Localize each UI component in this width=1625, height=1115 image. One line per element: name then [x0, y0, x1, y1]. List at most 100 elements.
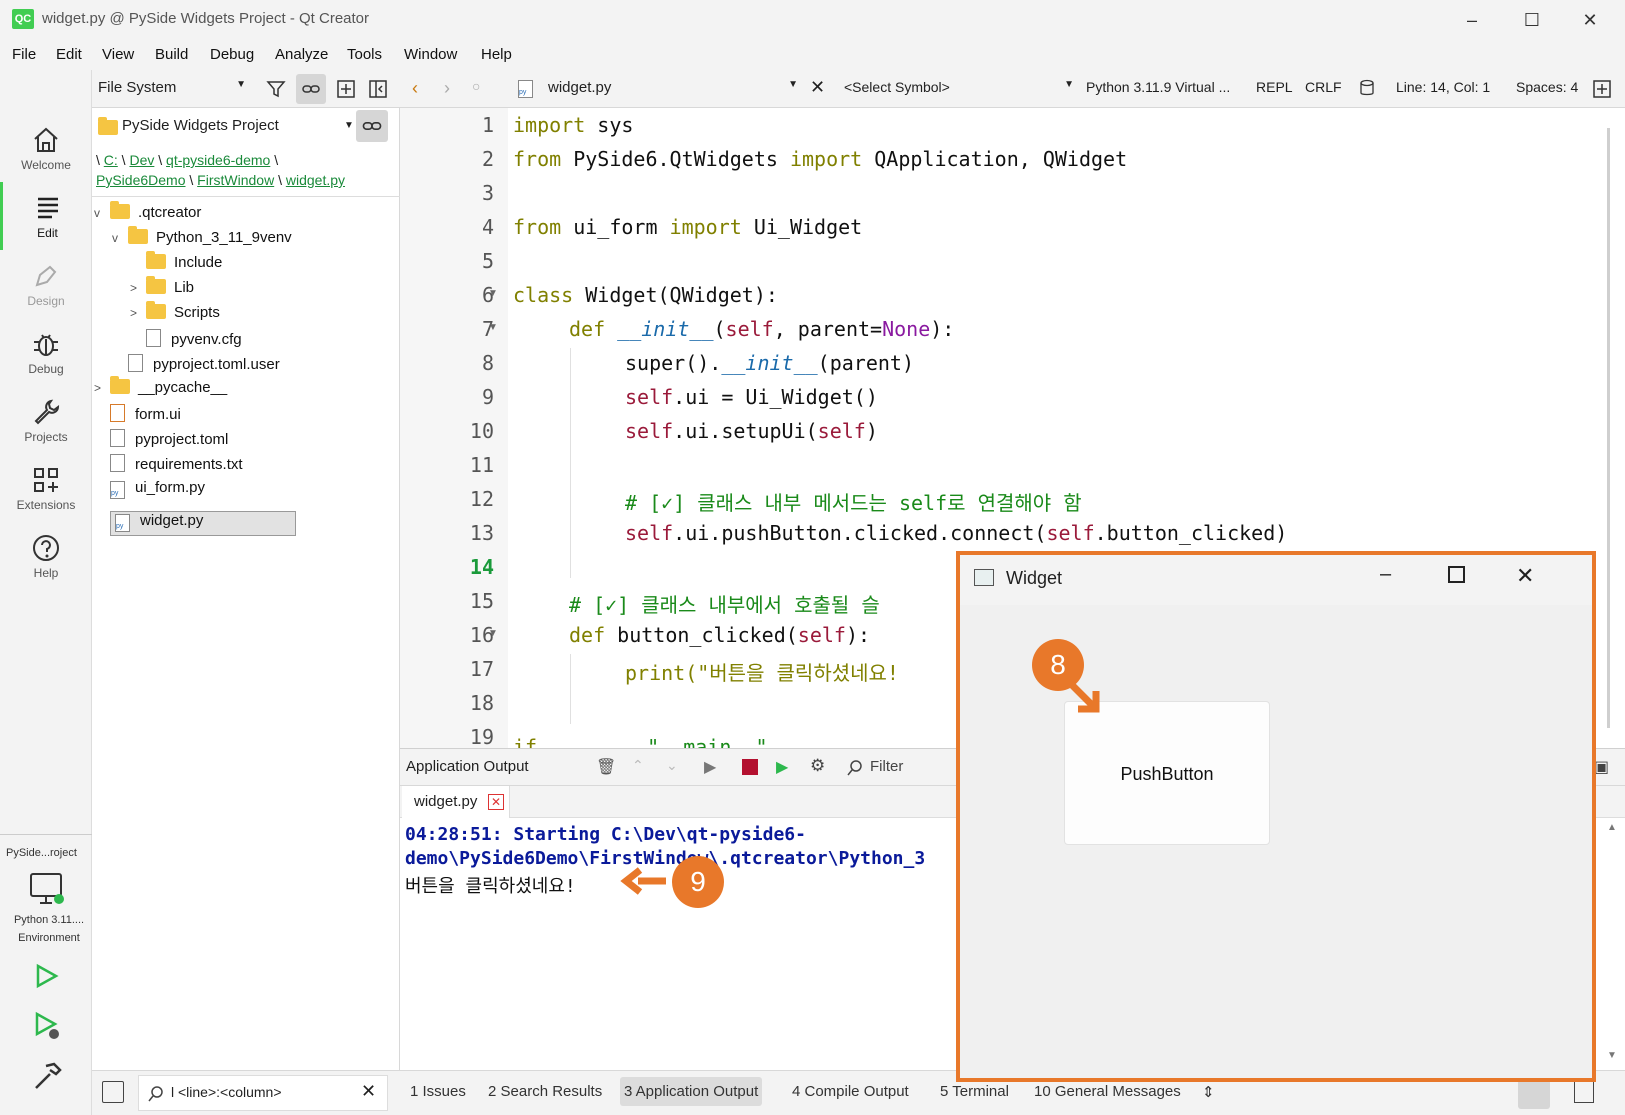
sidebar-view-combo[interactable]: File System ▼: [98, 79, 246, 96]
output-line-printed: 버튼을 클릭하셨네요!: [405, 876, 576, 897]
attach-debugger-icon[interactable]: ▶: [776, 757, 788, 777]
expand-arrow-icon[interactable]: >: [130, 281, 146, 295]
menu-window[interactable]: Window: [404, 46, 457, 63]
expand-arrow-icon[interactable]: >: [94, 381, 110, 395]
chevron-down-icon: ▼: [236, 79, 246, 90]
menu-help[interactable]: Help: [481, 46, 512, 63]
menu-edit[interactable]: Edit: [56, 46, 82, 63]
tree-item-requirements[interactable]: requirements.txt: [94, 454, 243, 479]
tree-item-qtcreator[interactable]: v .qtcreator: [94, 201, 201, 229]
mode-projects[interactable]: Projects: [0, 386, 92, 454]
project-combo[interactable]: PySide Widgets Project ▼: [92, 108, 354, 146]
tree-item-venv[interactable]: v Python_3_11_9venv: [112, 226, 292, 254]
scrollbar[interactable]: ▲ ▼: [1607, 818, 1619, 1070]
close-icon[interactable]: ✕: [361, 1081, 376, 1102]
maximize-button[interactable]: [1448, 566, 1465, 583]
tree-item-include[interactable]: Include: [130, 251, 222, 279]
build-hammer-icon[interactable]: [32, 1060, 64, 1092]
output-filter-input[interactable]: Filter: [870, 758, 903, 775]
expand-arrow-icon[interactable]: v: [94, 206, 110, 220]
interpreter-selector[interactable]: Python 3.11.9 Virtual ...: [1086, 79, 1230, 95]
menu-analyze[interactable]: Analyze: [275, 46, 328, 63]
kit-selector[interactable]: [28, 870, 68, 910]
fold-marker-icon[interactable]: ▼: [488, 628, 498, 639]
push-button[interactable]: PushButton: [1064, 701, 1270, 845]
minimize-button[interactable]: –: [1452, 6, 1492, 34]
settings-gear-icon[interactable]: ⚙: [810, 756, 825, 776]
collapse-panel-icon[interactable]: ▣: [1594, 757, 1609, 777]
tab-compile-output[interactable]: 4 Compile Output: [792, 1083, 909, 1100]
crumb-dev[interactable]: Dev: [129, 152, 154, 168]
encoding-icon[interactable]: [1358, 79, 1376, 97]
chevron-down-icon: ▼: [1064, 79, 1074, 90]
crumb-file[interactable]: widget.py: [286, 172, 345, 188]
indentation-setting[interactable]: Spaces: 4: [1516, 79, 1578, 95]
menu-debug[interactable]: Debug: [210, 46, 254, 63]
tab-terminal[interactable]: 5 Terminal: [940, 1083, 1009, 1100]
close-document-icon[interactable]: ✕: [810, 77, 825, 98]
fold-marker-icon[interactable]: ▼: [488, 288, 498, 299]
tree-item-pyproject-user[interactable]: pyproject.toml.user: [112, 354, 280, 379]
tree-item-pyvenv[interactable]: pyvenv.cfg: [130, 329, 242, 354]
tree-item-lib[interactable]: > Lib: [130, 276, 194, 304]
toggle-sidebar-icon[interactable]: [102, 1081, 124, 1103]
mode-help[interactable]: Help: [0, 522, 92, 590]
maximize-button[interactable]: ☐: [1512, 6, 1552, 34]
close-button[interactable]: ✕: [1516, 563, 1534, 589]
expand-arrow-icon[interactable]: >: [130, 306, 146, 320]
menu-file[interactable]: File: [12, 46, 36, 63]
mode-edit[interactable]: Edit: [0, 182, 92, 250]
minimize-button[interactable]: –: [1380, 563, 1391, 586]
filter-icon[interactable]: [266, 79, 286, 99]
tree-item-widget-py[interactable]: py widget.py: [110, 511, 296, 536]
toggle-right-sidebar-icon[interactable]: [1574, 1081, 1594, 1103]
close-sidebar-icon[interactable]: [368, 79, 388, 99]
split-editor-icon[interactable]: [1592, 79, 1612, 99]
tree-item-pycache[interactable]: > __pycache__: [94, 376, 227, 404]
tab-general-messages[interactable]: 10 General Messages: [1034, 1083, 1181, 1100]
line-ending-selector[interactable]: CRLF: [1305, 79, 1342, 95]
run-icon[interactable]: [32, 962, 60, 990]
symbol-combo[interactable]: <Select Symbol> ▼: [844, 79, 1074, 95]
locator-input[interactable]: l <line>:<column> ✕: [138, 1075, 388, 1111]
close-tab-icon[interactable]: ✕: [488, 794, 504, 810]
chevron-up-icon[interactable]: ⌃: [632, 757, 644, 774]
trash-icon[interactable]: 🗑: [596, 757, 616, 777]
menu-view[interactable]: View: [102, 46, 134, 63]
cursor-position[interactable]: Line: 14, Col: 1: [1396, 79, 1490, 95]
mode-welcome[interactable]: Welcome: [0, 114, 92, 182]
rerun-icon[interactable]: ▶: [704, 757, 716, 777]
tree-item-form-ui[interactable]: form.ui: [94, 404, 181, 429]
fold-marker-icon[interactable]: ▼: [488, 322, 498, 333]
forward-icon[interactable]: ›: [444, 78, 450, 99]
chevron-down-icon[interactable]: ⌄: [666, 757, 678, 774]
split-add-icon[interactable]: [336, 79, 356, 99]
scrollbar[interactable]: [1607, 128, 1610, 728]
mode-design[interactable]: Design: [0, 250, 92, 318]
project-link-button[interactable]: [356, 110, 388, 142]
crumb-demo[interactable]: qt-pyside6-demo: [166, 152, 270, 168]
crumb-pyside[interactable]: PySide6Demo: [96, 172, 186, 188]
expand-arrow-icon[interactable]: v: [112, 231, 128, 245]
close-button[interactable]: ✕: [1570, 6, 1610, 34]
tabs-overflow-icon[interactable]: ⇕: [1202, 1083, 1215, 1101]
mode-extensions[interactable]: Extensions: [0, 454, 92, 522]
back-icon[interactable]: ‹: [412, 78, 418, 99]
repl-button[interactable]: REPL: [1256, 79, 1293, 95]
stop-icon[interactable]: [742, 759, 758, 775]
tab-issues[interactable]: 1 Issues: [410, 1083, 466, 1100]
mode-debug[interactable]: Debug: [0, 318, 92, 386]
open-document-combo[interactable]: widget.py ▼: [548, 79, 798, 96]
tree-item-scripts[interactable]: > Scripts: [130, 301, 220, 329]
tab-search-results[interactable]: 2 Search Results: [488, 1083, 602, 1100]
menu-build[interactable]: Build: [155, 46, 188, 63]
crumb-c[interactable]: C:: [104, 152, 118, 168]
debug-run-icon[interactable]: [32, 1010, 64, 1042]
tree-item-pyproject[interactable]: pyproject.toml: [94, 429, 228, 454]
output-tab-widget[interactable]: widget.py ✕: [402, 786, 510, 818]
tree-item-ui-form-py[interactable]: py ui_form.py: [94, 479, 205, 504]
sync-link-button[interactable]: [296, 74, 326, 104]
tab-application-output[interactable]: 3 Application Output: [620, 1077, 763, 1106]
menu-tools[interactable]: Tools: [347, 46, 382, 63]
crumb-firstwindow[interactable]: FirstWindow: [197, 172, 274, 188]
